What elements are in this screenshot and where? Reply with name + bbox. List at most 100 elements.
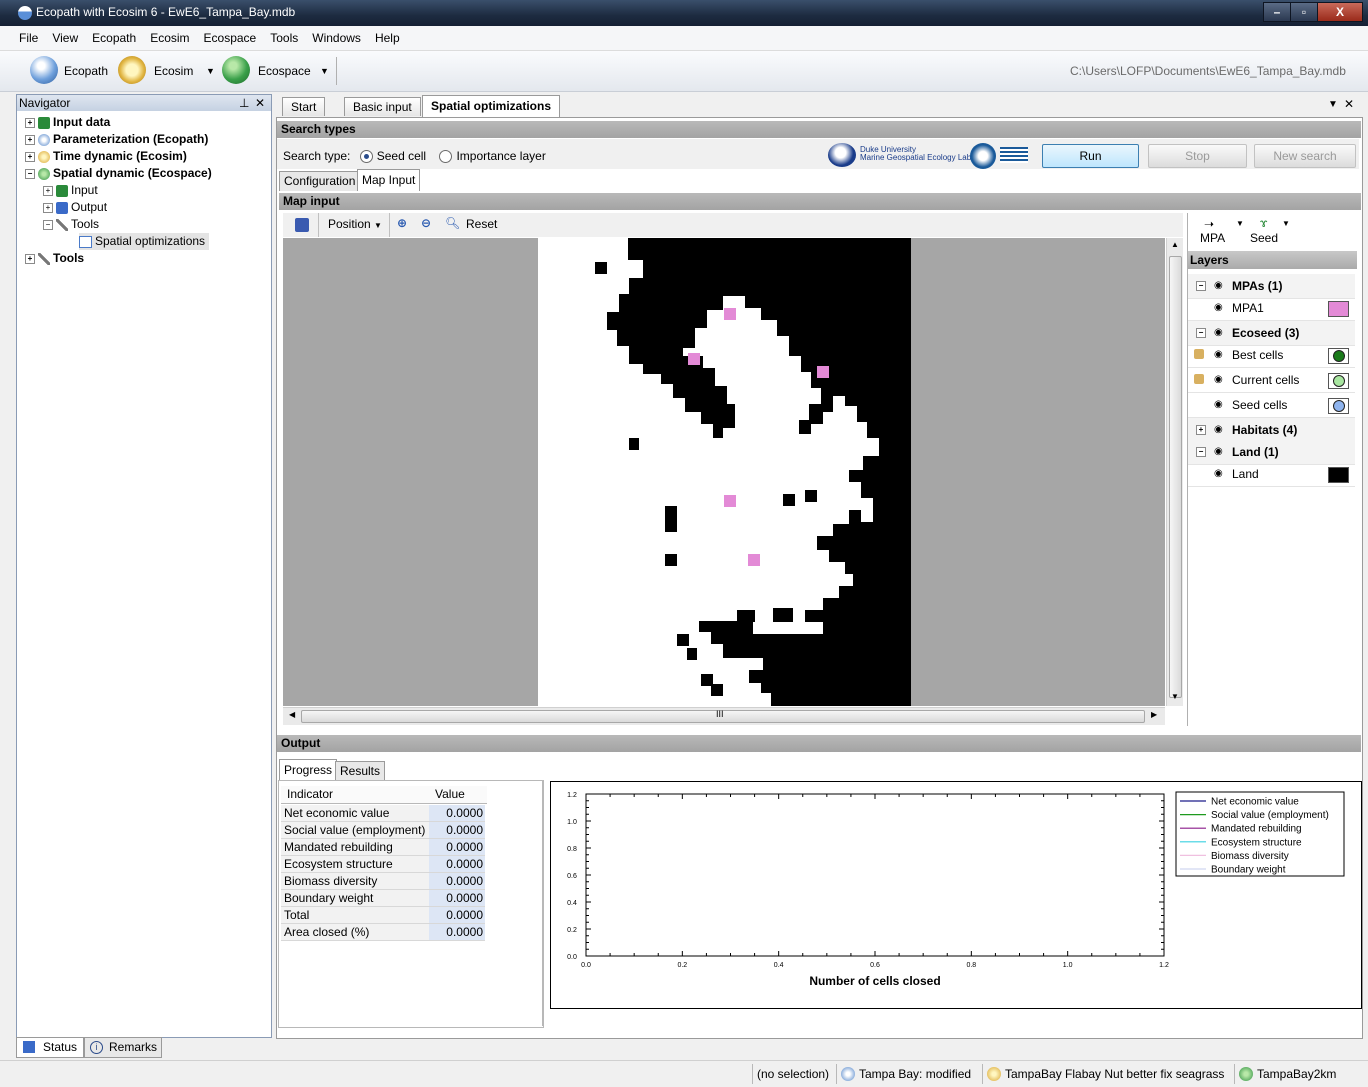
tab-progress[interactable]: Progress [279, 759, 338, 781]
chevron-down-icon[interactable]: ▼ [1236, 219, 1244, 228]
new-search-button[interactable]: New search [1254, 144, 1356, 168]
layer-row[interactable]: ◉ Best cells [1188, 343, 1355, 368]
run-button[interactable]: Run [1042, 144, 1139, 168]
scroll-up-icon[interactable]: ▲ [1171, 240, 1179, 249]
ecospace-dropdown-icon[interactable]: ▼ [320, 57, 329, 85]
menu-windows[interactable]: Windows [305, 26, 368, 50]
zoom-out-icon[interactable]: ⊖ [421, 216, 431, 230]
scroll-thumb[interactable]: III [301, 709, 1145, 723]
menu-ecospace[interactable]: Ecospace [197, 26, 264, 50]
ecospace-button[interactable]: Ecospace [258, 57, 311, 85]
tree-tools[interactable]: − Tools [43, 216, 99, 233]
menu-ecosim[interactable]: Ecosim [143, 26, 196, 50]
lock-icon[interactable] [1194, 349, 1204, 359]
tab-results[interactable]: Results [335, 761, 386, 781]
ecosim-button[interactable]: Ecosim [154, 57, 193, 85]
expand-icon[interactable]: + [1196, 425, 1206, 435]
value-cell[interactable]: 0.0000 [429, 805, 485, 822]
tab-map-input[interactable]: Map Input [357, 169, 421, 191]
menu-view[interactable]: View [45, 26, 85, 50]
value-cell[interactable]: 0.0000 [429, 839, 485, 856]
tab-basic-input[interactable]: Basic input [344, 97, 421, 116]
layer-color-swatch[interactable] [1328, 398, 1349, 414]
value-cell[interactable]: 0.0000 [429, 822, 485, 839]
visibility-icon[interactable]: ◉ [1214, 418, 1223, 442]
visibility-icon[interactable]: ◉ [1214, 393, 1223, 417]
collapse-icon[interactable]: − [1196, 447, 1206, 457]
expand-icon[interactable]: + [43, 185, 53, 196]
scroll-left-icon[interactable]: ◀ [289, 710, 295, 719]
ecopath-button[interactable]: Ecopath [64, 57, 108, 85]
visibility-icon[interactable]: ◉ [1214, 440, 1223, 464]
mpa-cell[interactable] [688, 353, 700, 365]
layer-color-swatch[interactable] [1328, 467, 1349, 483]
tree-output[interactable]: + Output [43, 199, 107, 216]
visibility-icon[interactable]: ◉ [1214, 296, 1223, 320]
mpa-cell[interactable] [724, 308, 736, 320]
importance-layer-radio[interactable] [439, 150, 453, 164]
chevron-down-icon[interactable]: ▼ [1282, 219, 1290, 228]
map-vertical-scrollbar[interactable]: ▲ ▼ [1166, 238, 1183, 706]
visibility-icon[interactable]: ◉ [1214, 343, 1223, 367]
mpa-tool-label[interactable]: MPA [1200, 231, 1225, 245]
seed-tool-icon[interactable]: ɤ [1260, 216, 1267, 230]
lock-icon[interactable] [1194, 374, 1204, 384]
collapse-icon[interactable]: − [1196, 281, 1206, 291]
save-icon[interactable] [295, 218, 309, 232]
layer-color-swatch[interactable] [1328, 373, 1349, 389]
tab-start[interactable]: Start [282, 97, 326, 116]
value-cell[interactable]: 0.0000 [429, 890, 485, 907]
ecosim-dropdown-icon[interactable]: ▼ [206, 57, 215, 85]
reset-button[interactable]: Reset [466, 217, 497, 231]
tree-input[interactable]: + Input [43, 182, 98, 199]
collapse-icon[interactable]: − [43, 219, 53, 230]
tree-parameterization[interactable]: + Parameterization (Ecopath) [25, 131, 208, 148]
close-tab-icon[interactable]: ✕ [1344, 97, 1354, 111]
map-horizontal-scrollbar[interactable]: ◀ III ▶ [283, 707, 1165, 725]
mpa-cell[interactable] [817, 366, 829, 378]
tree-input-data[interactable]: + Input data [25, 114, 110, 131]
visibility-icon[interactable]: ◉ [1214, 321, 1223, 345]
layer-row[interactable]: ◉ Seed cells [1188, 393, 1355, 418]
mpa-tool-icon[interactable]: ➝ [1204, 217, 1214, 231]
visibility-icon[interactable]: ◉ [1214, 274, 1223, 298]
value-cell[interactable]: 0.0000 [429, 856, 485, 873]
menu-tools[interactable]: Tools [263, 26, 305, 50]
menu-file[interactable]: File [12, 26, 45, 50]
value-cell[interactable]: 0.0000 [429, 924, 485, 941]
expand-icon[interactable]: + [25, 134, 35, 145]
menu-ecopath[interactable]: Ecopath [85, 26, 143, 50]
expand-icon[interactable]: + [43, 202, 53, 213]
scroll-thumb[interactable] [1169, 256, 1182, 698]
stop-button[interactable]: Stop [1148, 144, 1247, 168]
zoom-in-icon[interactable]: ⊕ [397, 216, 407, 230]
layer-row[interactable]: ◉ Land [1188, 462, 1355, 487]
layer-color-swatch[interactable] [1328, 301, 1349, 317]
tree-spatial-dynamic[interactable]: − Spatial dynamic (Ecospace) [25, 165, 212, 182]
tab-spatial-optimizations[interactable]: Spatial optimizations [422, 95, 561, 117]
expand-icon[interactable]: + [25, 117, 35, 128]
scroll-down-icon[interactable]: ▼ [1171, 692, 1179, 701]
expand-icon[interactable]: + [25, 253, 35, 264]
tab-menu-icon[interactable]: ▼ [1328, 99, 1338, 110]
tab-remarks[interactable]: i Remarks [84, 1037, 162, 1058]
tab-status[interactable]: Status [16, 1037, 84, 1058]
layer-row[interactable]: ◉ MPA1 [1188, 296, 1355, 321]
pin-icon[interactable]: ⊥ [239, 95, 249, 111]
mpa-cell[interactable] [748, 554, 760, 566]
layer-row[interactable]: ◉ Current cells [1188, 368, 1355, 393]
tree-spatial-optimizations[interactable]: Spatial optimizations [79, 233, 210, 250]
collapse-icon[interactable]: − [25, 168, 35, 179]
map-svg[interactable] [283, 238, 1165, 706]
minimize-button[interactable]: – [1263, 2, 1291, 22]
menu-help[interactable]: Help [368, 26, 407, 50]
close-navigator-icon[interactable]: ✕ [255, 95, 265, 111]
tab-configuration[interactable]: Configuration [279, 171, 361, 191]
scroll-right-icon[interactable]: ▶ [1151, 710, 1157, 719]
close-button[interactable]: X [1317, 2, 1363, 22]
reset-icon[interactable]: 🔍︎ [445, 216, 460, 230]
tree-time-dynamic[interactable]: + Time dynamic (Ecosim) [25, 148, 187, 165]
splitter[interactable] [542, 780, 543, 1026]
maximize-button[interactable]: ▫ [1290, 2, 1318, 22]
tree-tools-root[interactable]: + Tools [25, 250, 84, 267]
